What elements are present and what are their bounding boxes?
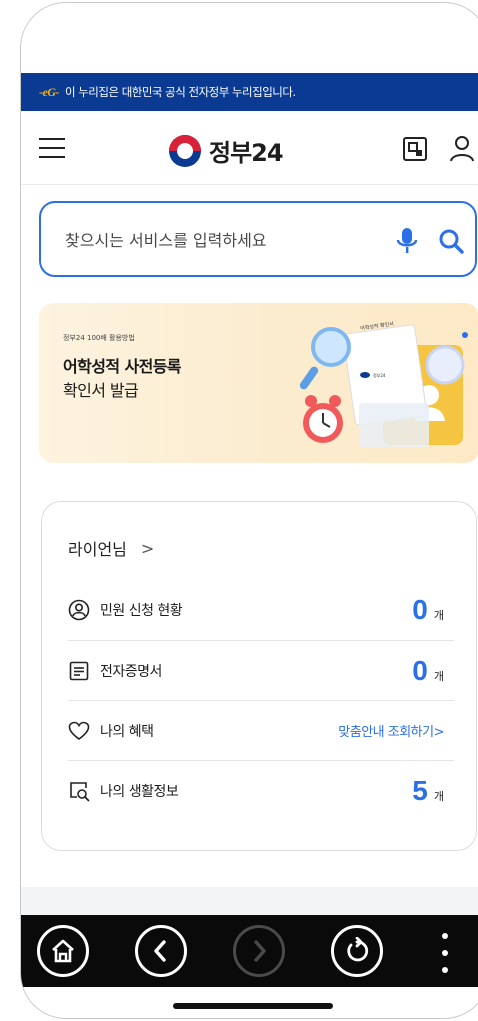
phone-frame: -eG- 이 누리집은 대한민국 공식 전자정부 누리집입니다. 정부24 정부… bbox=[20, 2, 478, 1019]
user-icon[interactable] bbox=[448, 134, 476, 162]
chevron-right-icon: > bbox=[433, 725, 445, 740]
row-label: 나의 혜택 bbox=[100, 723, 154, 740]
forward-button[interactable] bbox=[233, 925, 285, 977]
row-label: 민원 신청 현황 bbox=[100, 603, 183, 619]
promo-subtitle: 확인서 발급 bbox=[63, 381, 139, 400]
promo-small-text: 정부24 100배 활용방법 bbox=[63, 334, 135, 342]
search-box bbox=[39, 201, 477, 277]
user-name-link[interactable]: 라이언님 > bbox=[68, 536, 154, 560]
count-value: 0 bbox=[412, 594, 428, 625]
more-vertical-icon[interactable] bbox=[441, 933, 449, 973]
user-circle-icon bbox=[68, 599, 90, 621]
refresh-icon bbox=[347, 937, 369, 962]
microphone-icon[interactable] bbox=[395, 226, 419, 256]
chevron-right-icon bbox=[254, 940, 266, 962]
document-list-icon bbox=[68, 660, 90, 682]
summary-card: 라이언님 > 민원 신청 현황 0 개 전자증명서 0 개 나의 혜택 맞춤안내… bbox=[41, 501, 477, 851]
gov-official-banner: -eG- 이 누리집은 대한민국 공식 전자정부 누리집입니다. bbox=[21, 73, 478, 111]
home-icon bbox=[52, 939, 74, 963]
count-value: 0 bbox=[412, 654, 428, 686]
search-input[interactable] bbox=[65, 223, 355, 257]
home-indicator bbox=[173, 1003, 333, 1009]
promo-banner[interactable]: 정부24 100배 활용방법 어학성적 사전등록 확인서 발급 어학성적 확인서… bbox=[39, 303, 478, 463]
logo-text: 정부24 bbox=[209, 139, 284, 167]
row-my-benefits[interactable]: 나의 혜택 맞춤안내 조회하기 > bbox=[68, 700, 454, 760]
chevron-left-icon bbox=[154, 940, 166, 962]
search-icon[interactable] bbox=[437, 227, 465, 255]
count-unit: 개 bbox=[433, 609, 444, 622]
section-divider bbox=[21, 887, 478, 915]
custom-guide-text: 맞춤안내 조회하기 bbox=[338, 725, 434, 740]
hamburger-icon[interactable] bbox=[39, 138, 65, 158]
refresh-button[interactable] bbox=[331, 925, 383, 977]
row-value: 0 개 bbox=[412, 594, 444, 626]
taeguk-logo-icon bbox=[169, 134, 201, 167]
chevron-right-icon: > bbox=[140, 538, 155, 558]
home-button[interactable] bbox=[37, 925, 89, 977]
status-bar-area bbox=[21, 3, 478, 71]
promo-illustration: 어학성적 확인서 정부24 bbox=[299, 320, 468, 447]
count-value: 5 bbox=[412, 774, 428, 806]
promo-card-text: 정부24 bbox=[373, 372, 386, 378]
promo-title: 어학성적 사전등록 bbox=[63, 357, 182, 376]
app-header: 정부24 bbox=[21, 111, 478, 185]
row-electronic-certificate[interactable]: 전자증명서 0 개 bbox=[68, 640, 454, 700]
row-label: 나의 생활정보 bbox=[100, 783, 179, 800]
back-button[interactable] bbox=[135, 925, 187, 977]
browser-bottom-bar bbox=[21, 915, 478, 987]
row-my-life-info[interactable]: 나의 생활정보 5 개 bbox=[68, 760, 454, 820]
row-value: 0 개 bbox=[412, 655, 444, 687]
gov-banner-flag: -eG- bbox=[39, 84, 59, 99]
heart-icon bbox=[68, 720, 90, 742]
search-document-icon bbox=[68, 780, 90, 802]
logo[interactable]: 정부24 bbox=[169, 133, 284, 168]
row-civil-application-status[interactable]: 민원 신청 현황 0 개 bbox=[68, 580, 454, 640]
row-value: 5 개 bbox=[412, 775, 444, 807]
qr-code-icon[interactable] bbox=[403, 137, 427, 161]
count-unit: 개 bbox=[433, 789, 444, 803]
row-label: 전자증명서 bbox=[100, 663, 162, 680]
count-unit: 개 bbox=[433, 669, 444, 683]
user-name: 라이언님 bbox=[68, 540, 127, 559]
gov-banner-text: 이 누리집은 대한민국 공식 전자정부 누리집입니다. bbox=[64, 85, 296, 99]
custom-guide-link[interactable]: 맞춤안내 조회하기 > bbox=[338, 721, 444, 740]
